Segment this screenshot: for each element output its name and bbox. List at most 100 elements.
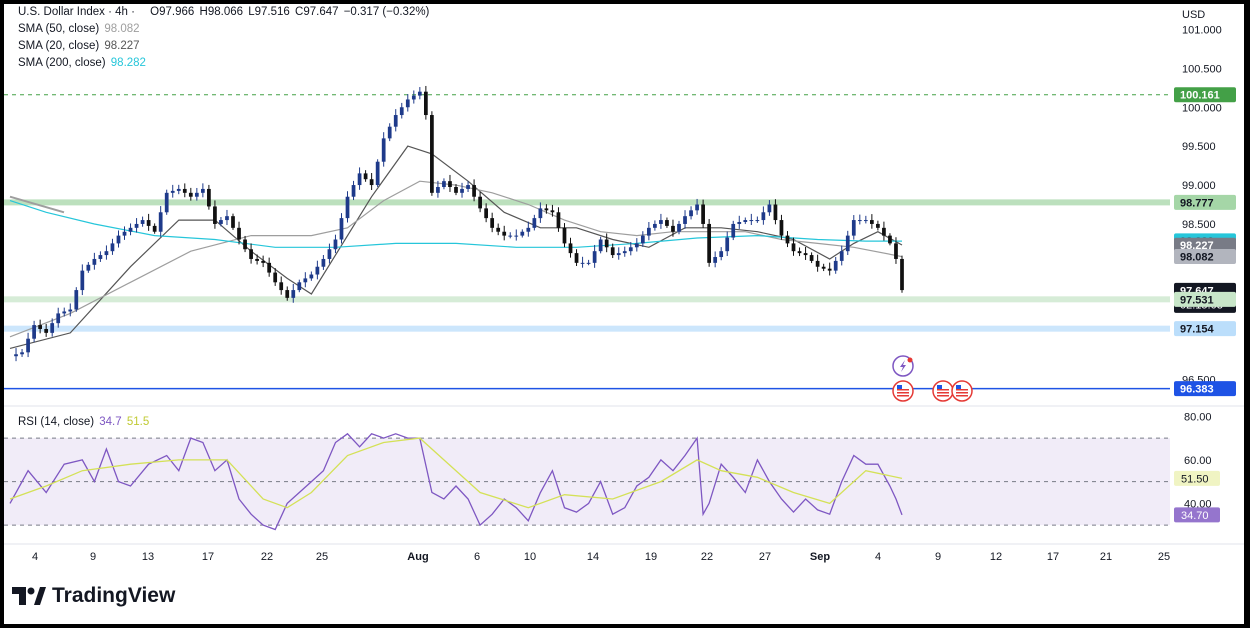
candle [586, 262, 591, 264]
candle [44, 328, 49, 333]
price-tick[interactable]: 99.000 [1182, 180, 1216, 192]
sma-lines [9, 145, 903, 349]
chart-window: 101.000 100.500 100.000 99.500 99.000 98.500 9… [4, 4, 1244, 624]
price-tick[interactable]: 100.000 [1182, 102, 1222, 114]
time-axis[interactable]: 4 9 13 17 22 25 Aug 6 10 14 19 22 27 Sep 4 9 12 17 21 25 [32, 551, 1170, 563]
candle [731, 223, 736, 238]
candle [490, 218, 495, 228]
candle [436, 186, 440, 193]
candle [791, 243, 796, 252]
time-tick[interactable]: 22 [261, 551, 273, 563]
candle [610, 247, 615, 256]
symbol-label[interactable]: U.S. Dollar Index · 4h · [18, 6, 135, 18]
time-tick[interactable]: 4 [875, 551, 881, 563]
us-flag-icon[interactable] [932, 380, 954, 402]
candle [80, 270, 85, 291]
candle [231, 216, 235, 228]
candle [98, 255, 103, 259]
time-tick[interactable]: 27 [759, 551, 771, 563]
candle [634, 243, 639, 248]
high-label: H [199, 6, 208, 18]
sma20-legend[interactable]: SMA (20, close) 98.227 [18, 40, 142, 52]
time-tick[interactable]: 22 [701, 551, 713, 563]
currency-label[interactable]: USD [1182, 9, 1205, 21]
lightning-icon[interactable] [892, 355, 914, 377]
rsi-tick[interactable]: 80.00 [1184, 411, 1212, 423]
candle [514, 235, 519, 237]
candle [219, 220, 223, 224]
open-value: 97.966 [159, 6, 195, 18]
sma-line-0[interactable] [9, 145, 903, 349]
level-band-1[interactable] [4, 199, 1170, 206]
sma50-legend[interactable]: SMA (50, close) 98.082 [18, 23, 142, 35]
time-tick[interactable]: 12 [990, 551, 1002, 563]
time-tick[interactable]: 10 [524, 551, 536, 563]
us-flag-icon[interactable] [951, 380, 973, 402]
time-tick[interactable]: 17 [202, 551, 214, 563]
candle [466, 185, 470, 189]
candle [640, 235, 645, 244]
time-tick[interactable]: 9 [90, 551, 96, 563]
rsi-tick[interactable]: 60.00 [1184, 455, 1212, 467]
event-markers[interactable] [892, 355, 973, 402]
candle [273, 272, 278, 283]
candle [393, 115, 398, 127]
price-axis[interactable]: 101.000 100.500 100.000 99.500 99.000 98.500 9… [1174, 24, 1236, 397]
candle [616, 253, 621, 256]
time-tick[interactable]: 13 [142, 551, 154, 563]
time-tick[interactable]: 21 [1100, 551, 1112, 563]
candle [508, 235, 513, 237]
time-tick[interactable]: 19 [645, 551, 657, 563]
time-tick[interactable]: 14 [587, 551, 599, 563]
candle [158, 212, 163, 232]
rsi-tag-label-0: 51.50 [1181, 473, 1209, 485]
time-tick[interactable]: Sep [810, 551, 830, 563]
candle [550, 210, 555, 213]
candle [689, 210, 693, 217]
price-tag-label-7: 97.154 [1180, 324, 1215, 336]
price-tick[interactable]: 101.000 [1182, 24, 1222, 36]
level-band-3[interactable] [4, 325, 1170, 332]
candle [68, 309, 73, 312]
price-tag-label-8: 96.383 [1180, 384, 1214, 396]
time-tick[interactable]: 25 [316, 551, 328, 563]
sma50-value: 98.082 [104, 23, 140, 35]
candle [659, 220, 663, 224]
candle [140, 220, 145, 224]
candle [574, 253, 579, 263]
time-tick[interactable]: 25 [1158, 551, 1170, 563]
candle [62, 311, 67, 314]
price-tick[interactable]: 98.500 [1182, 219, 1216, 231]
candle [743, 220, 748, 223]
time-tick[interactable]: Aug [407, 551, 428, 563]
candle [417, 91, 422, 96]
time-tick[interactable]: 4 [32, 551, 38, 563]
sma200-legend[interactable]: SMA (200, close) 98.282 [18, 57, 148, 69]
chart-canvas[interactable]: 101.000 100.500 100.000 99.500 99.000 98.500 9… [4, 4, 1244, 624]
level-band-2[interactable] [4, 296, 1170, 303]
time-tick[interactable]: 6 [474, 551, 480, 563]
tradingview-logo[interactable]: TradingView [12, 584, 175, 608]
candle [797, 251, 802, 254]
rsi-legend[interactable]: RSI (14, close) 34.7 51.5 [18, 416, 151, 428]
time-tick[interactable]: 17 [1047, 551, 1059, 563]
candle [749, 220, 754, 222]
time-tick[interactable]: 9 [935, 551, 941, 563]
candle [622, 251, 627, 254]
sma200-label: SMA (200, close) [18, 57, 106, 69]
ohlc-header: U.S. Dollar Index · 4h · O97.966 H98.066… [18, 6, 431, 18]
candle [243, 239, 247, 250]
candle [423, 91, 428, 116]
candle [713, 257, 718, 263]
price-tick[interactable]: 99.500 [1182, 141, 1216, 153]
price-tick[interactable]: 100.500 [1182, 63, 1222, 75]
candle [544, 208, 549, 211]
price-tag-label-1: 98.777 [1180, 197, 1214, 209]
candle [556, 212, 561, 228]
candle [532, 218, 537, 228]
candle [38, 325, 43, 329]
low-value: 97.516 [254, 6, 290, 18]
candle [194, 192, 199, 197]
us-flag-icon[interactable] [892, 380, 914, 402]
candle [321, 258, 326, 267]
